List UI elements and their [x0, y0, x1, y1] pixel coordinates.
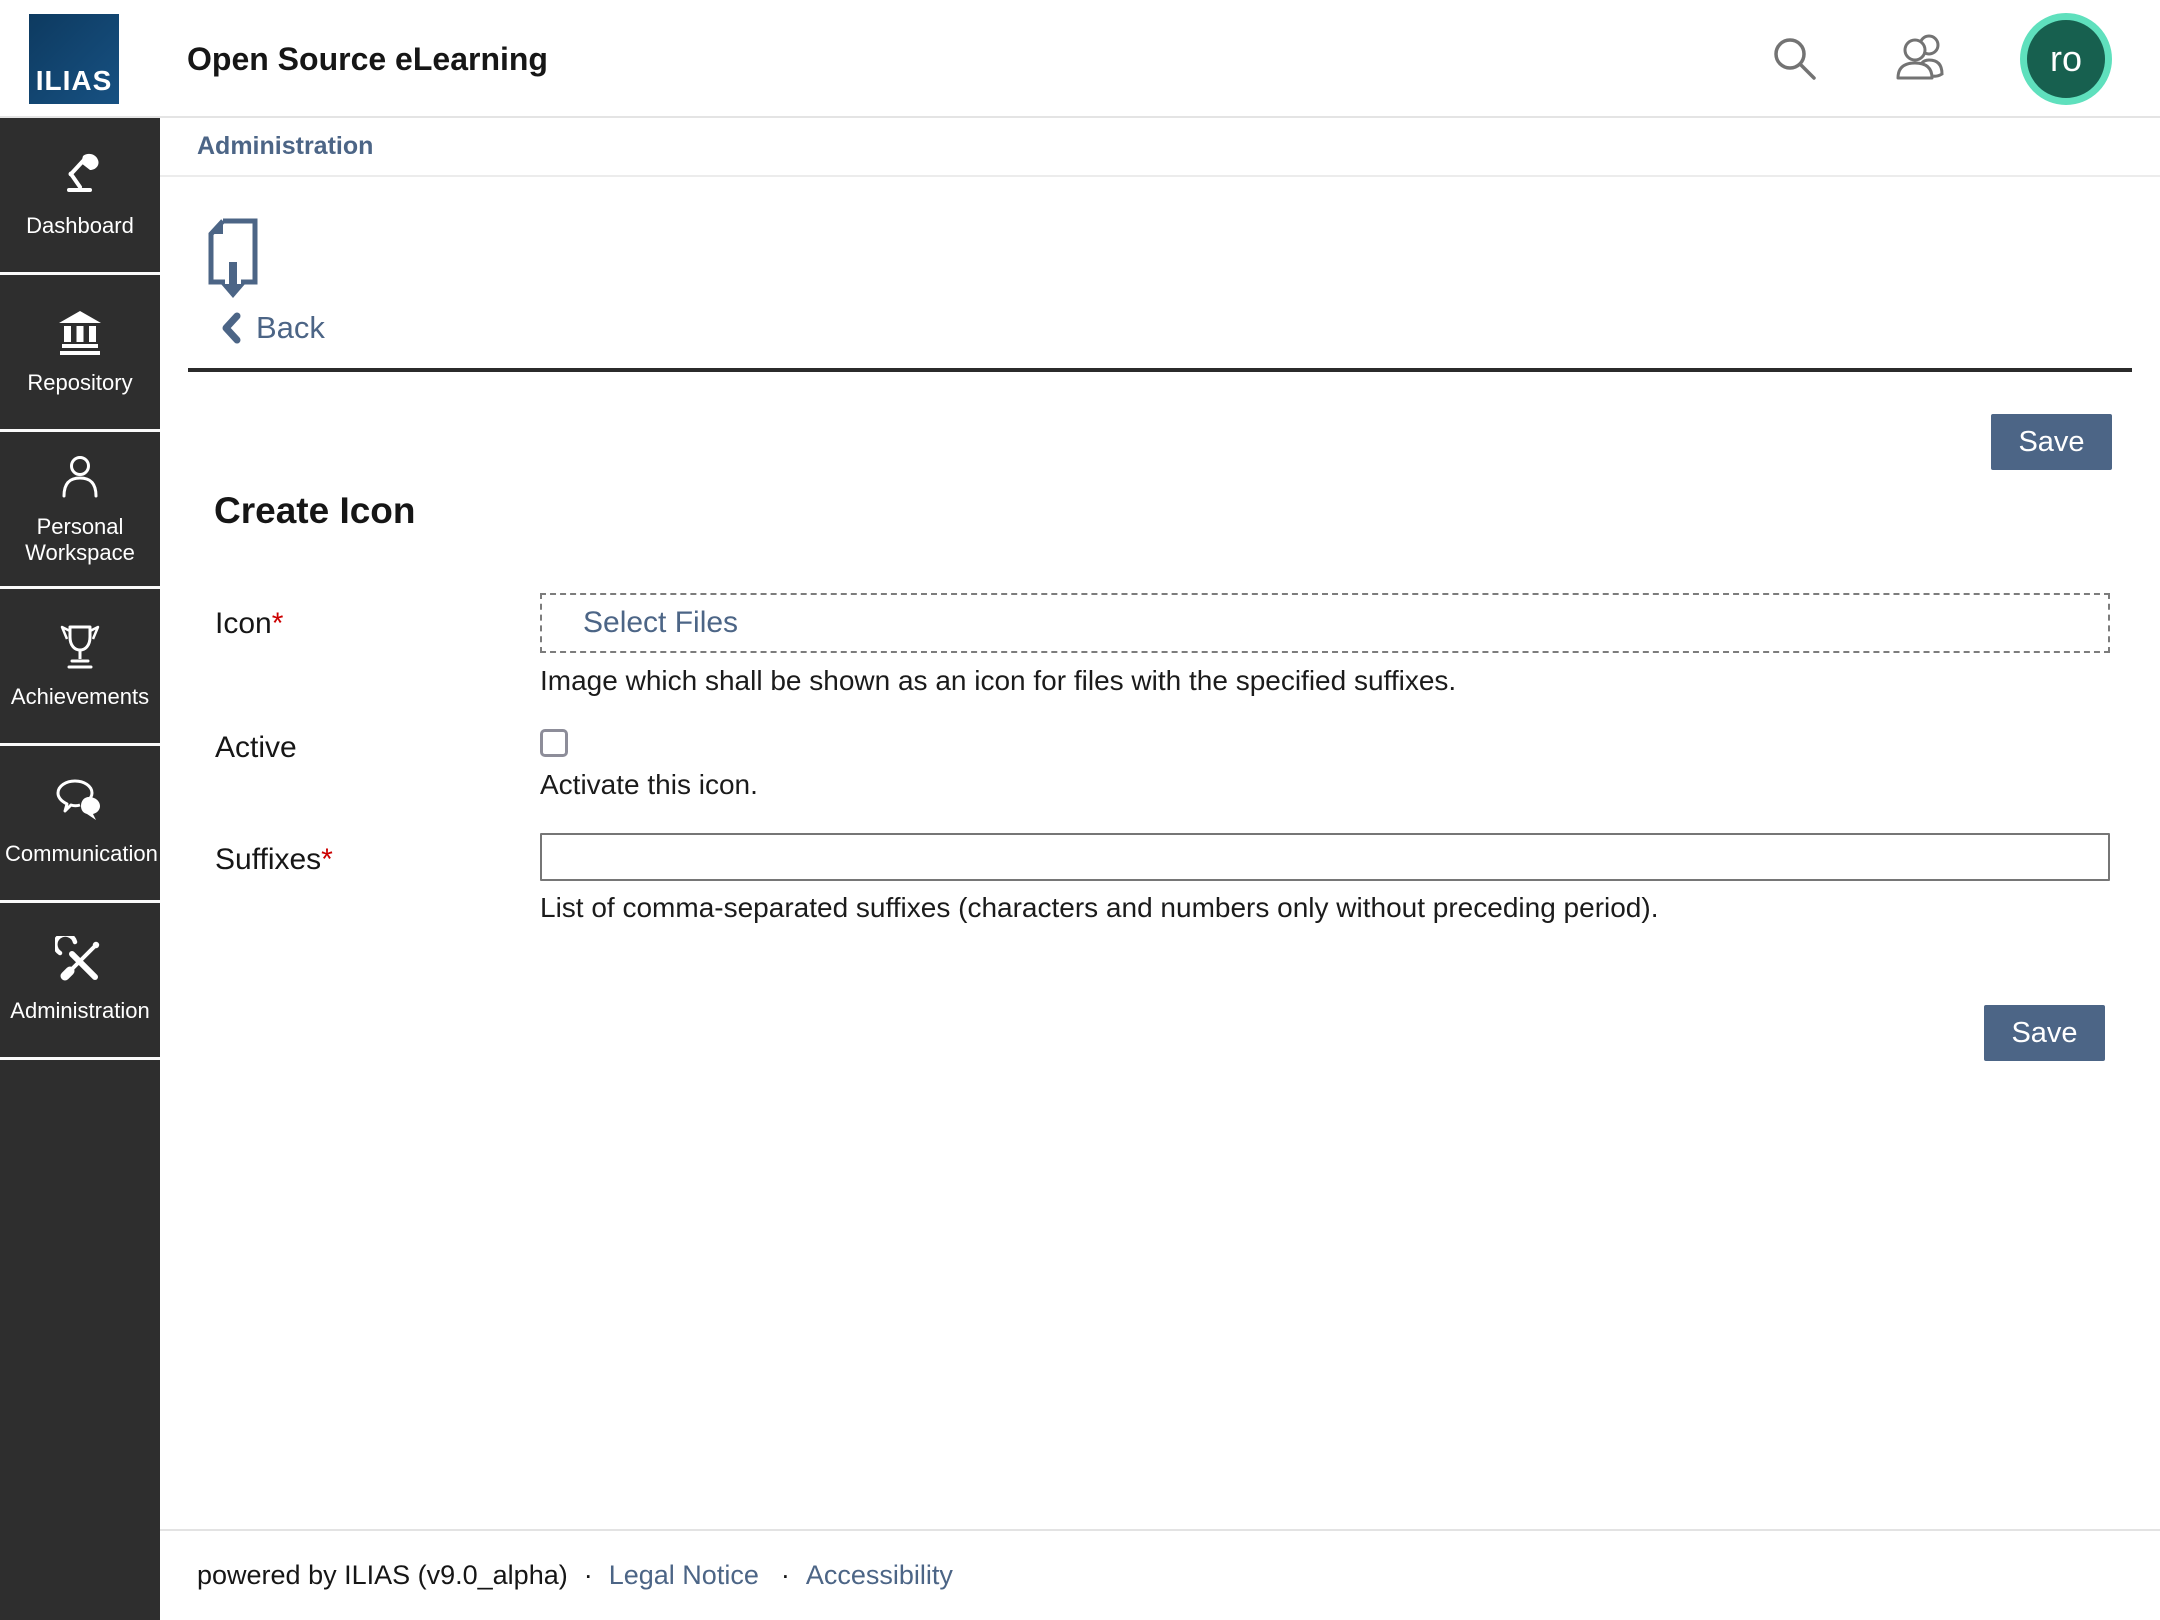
chevron-left-icon — [220, 312, 242, 344]
trophy-icon — [55, 622, 105, 672]
sidebar-item-label: Achievements — [11, 684, 149, 710]
sidebar-item-label: Dashboard — [26, 213, 134, 239]
search-icon[interactable] — [1768, 32, 1822, 86]
sidebar-item-label: Administration — [10, 998, 149, 1024]
sidebar-item-repository[interactable]: Repository — [0, 275, 160, 432]
sidebar-item-label: Repository — [27, 370, 132, 396]
legal-notice-link[interactable]: Legal Notice — [609, 1560, 759, 1591]
field-control-active: Activate this icon. — [540, 729, 2110, 801]
field-byline-active: Activate this icon. — [540, 769, 2110, 801]
sidebar-item-dashboard[interactable]: Dashboard — [0, 118, 160, 275]
footer-separator: · — [584, 1560, 593, 1591]
who-is-online-icon[interactable] — [1890, 30, 1952, 88]
lamp-icon — [55, 151, 105, 201]
footer-separator: · — [781, 1560, 790, 1591]
section-divider — [188, 368, 2132, 372]
breadcrumb: Administration — [160, 118, 2160, 177]
powered-by-text: powered by ILIAS (v9.0_alpha) — [197, 1560, 568, 1591]
page-title: Open Source eLearning — [187, 0, 548, 118]
select-files-button[interactable]: Select Files — [583, 606, 738, 640]
required-marker: * — [321, 843, 333, 876]
active-checkbox[interactable] — [540, 729, 568, 757]
user-icon — [55, 452, 105, 502]
sidebar: Dashboard Repository Personal Workspace — [0, 118, 160, 1620]
suffixes-input[interactable] — [540, 833, 2110, 881]
header: ILIAS Open Source eLearning ro — [0, 0, 2160, 118]
save-button-bottom[interactable]: Save — [1984, 1005, 2105, 1061]
field-label-icon: Icon* — [215, 593, 540, 697]
back-link[interactable]: Back — [220, 310, 325, 346]
tools-icon — [55, 936, 105, 986]
sidebar-filler — [0, 1060, 160, 1620]
field-control-suffixes: List of comma-separated suffixes (charac… — [540, 833, 2110, 924]
save-button-top[interactable]: Save — [1991, 414, 2112, 470]
accessibility-link[interactable]: Accessibility — [806, 1560, 953, 1591]
sidebar-item-personal-workspace[interactable]: Personal Workspace — [0, 432, 160, 589]
row-spacer — [215, 801, 2110, 833]
sidebar-item-achievements[interactable]: Achievements — [0, 589, 160, 746]
avatar[interactable]: ro — [2020, 13, 2112, 105]
sidebar-item-label: Personal Workspace — [5, 514, 155, 566]
ilias-logo[interactable]: ILIAS — [29, 14, 119, 104]
field-control-icon: Select Files Image which shall be shown … — [540, 593, 2110, 697]
bank-icon — [55, 308, 105, 358]
header-icons: ro — [1768, 0, 2112, 118]
back-label: Back — [256, 310, 325, 346]
chat-bubbles-icon — [55, 779, 105, 829]
footer: powered by ILIAS (v9.0_alpha) · Legal No… — [160, 1529, 2160, 1620]
file-icon — [205, 218, 261, 304]
file-dropzone[interactable]: Select Files — [540, 593, 2110, 653]
main-content: Administration Back Save Create Icon Ico… — [160, 118, 2160, 1529]
field-byline-icon: Image which shall be shown as an icon fo… — [540, 665, 2110, 697]
field-label-suffixes: Suffixes* — [215, 833, 540, 924]
required-marker: * — [272, 607, 284, 640]
field-label-active: Active — [215, 729, 540, 801]
field-byline-suffixes: List of comma-separated suffixes (charac… — [540, 892, 2110, 924]
breadcrumb-link-administration[interactable]: Administration — [197, 132, 373, 161]
form-title: Create Icon — [214, 490, 416, 532]
sidebar-item-administration[interactable]: Administration — [0, 903, 160, 1060]
row-spacer — [215, 697, 2110, 729]
create-icon-form: Icon* Select Files Image which shall be … — [215, 593, 2110, 924]
sidebar-item-communication[interactable]: Communication — [0, 746, 160, 903]
sidebar-item-label: Communication — [5, 841, 155, 867]
